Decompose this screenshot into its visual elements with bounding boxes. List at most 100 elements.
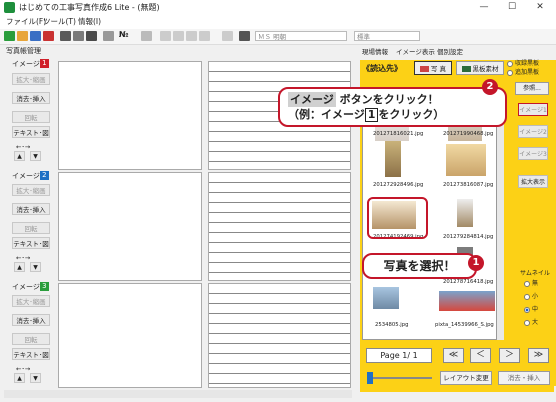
nav-last-icon[interactable] xyxy=(199,31,210,41)
selected-photo-highlight xyxy=(367,197,428,239)
move-up-button-2[interactable]: ▲ xyxy=(14,262,25,272)
radio-include-blackboard[interactable]: 収録黒板 xyxy=(507,60,539,68)
text-figure-button-3[interactable]: テキスト･図 xyxy=(12,348,50,360)
thumb-size-medium[interactable]: 中 xyxy=(524,306,538,314)
move-down-button-1[interactable]: ▼ xyxy=(30,151,41,161)
arrows-label-3: ←･→ xyxy=(16,365,31,373)
delete-insert-button-1[interactable]: 消去･挿入 xyxy=(12,92,50,104)
callout-text: （例：イメージ xyxy=(288,108,365,121)
enlarge-button-1[interactable]: 拡大･縮画 xyxy=(12,73,50,85)
image-1-label: イメージ 1 xyxy=(12,59,54,69)
text-figure-button-1[interactable]: テキスト･図 xyxy=(12,126,50,138)
tab-image-view[interactable]: イメージ表示 xyxy=(396,46,435,56)
horizontal-scrollbar[interactable] xyxy=(4,390,352,398)
text-lines-2[interactable] xyxy=(208,172,351,281)
rotate-button-2[interactable]: 回転 xyxy=(12,222,50,234)
tab-site-info[interactable]: 現場情報 xyxy=(362,46,388,56)
move-down-button-2[interactable]: ▼ xyxy=(30,262,41,272)
arrows-label-2: ←･→ xyxy=(16,254,31,262)
minimize-button[interactable]: — xyxy=(470,0,498,15)
enlarge-view-button[interactable]: 拡大表示 xyxy=(518,175,548,188)
number-icon[interactable]: № xyxy=(119,30,129,39)
photo-icon xyxy=(419,66,429,72)
pdf-icon[interactable] xyxy=(43,31,54,41)
image-1-button[interactable]: イメージ1 xyxy=(518,103,548,116)
image-num-badge: 1 xyxy=(39,59,49,68)
image-slot-1[interactable] xyxy=(58,61,202,170)
maximize-button[interactable]: ☐ xyxy=(498,0,526,15)
last-page-button[interactable]: ≫ xyxy=(528,348,549,363)
thumbnail-image[interactable] xyxy=(457,199,473,227)
image-label-text: イメージ xyxy=(12,172,40,180)
close-button[interactable]: ✕ xyxy=(526,0,554,15)
toolbar: № ＭＳ 明朝 標準 xyxy=(0,29,556,45)
zoom-slider-handle[interactable] xyxy=(367,372,373,384)
align-icon[interactable] xyxy=(141,31,152,41)
blackboard-source-button[interactable]: 黒板素材 xyxy=(456,61,504,75)
image-slot-3[interactable] xyxy=(58,283,202,388)
swap-icon[interactable] xyxy=(222,31,233,41)
callout-select-photo: 写真を選択！ xyxy=(362,253,477,279)
font-style-select[interactable]: 標準 xyxy=(354,31,420,41)
menu-file[interactable]: ファイル(F) xyxy=(6,16,46,28)
tag-icon[interactable] xyxy=(103,31,114,41)
image-slot-2[interactable] xyxy=(58,172,202,281)
thumbnail-image[interactable] xyxy=(439,291,495,311)
move-down-button-3[interactable]: ▼ xyxy=(30,373,41,383)
photo-source-button[interactable]: 写 真 xyxy=(414,61,452,75)
callout-key: イメージ xyxy=(288,92,336,107)
radio-add-blackboard[interactable]: 追加黒板 xyxy=(507,69,539,77)
file-name: 201279284814.jpg xyxy=(443,234,494,240)
callout-text: をクリック） xyxy=(378,108,445,121)
image-label-text: イメージ xyxy=(12,283,40,291)
callout-click-image-button: イメージ ボタンをクリック！ （例：イメージ 1 をクリック） xyxy=(278,87,507,127)
browse-button[interactable]: 参照... xyxy=(515,82,549,95)
menu-info[interactable]: 情報(I) xyxy=(78,16,101,28)
nav-next-icon[interactable] xyxy=(186,31,197,41)
nav-first-icon[interactable] xyxy=(160,31,171,41)
read-source-label: 《読込先》 xyxy=(362,64,402,73)
print-icon[interactable] xyxy=(73,31,84,41)
image-2-button[interactable]: イメージ2 xyxy=(518,125,548,138)
move-up-button-1[interactable]: ▲ xyxy=(14,151,25,161)
width-icon[interactable] xyxy=(239,31,250,41)
image-3-button[interactable]: イメージ3 xyxy=(518,147,548,160)
radio-label: 中 xyxy=(532,306,539,313)
enlarge-button-2[interactable]: 拡大･縮画 xyxy=(12,184,50,196)
new-icon[interactable] xyxy=(4,31,15,41)
thumbnail-image[interactable] xyxy=(385,141,401,177)
next-page-button[interactable]: ＞ xyxy=(499,348,520,363)
rotate-button-3[interactable]: 回転 xyxy=(12,333,50,345)
delete-insert-button[interactable]: 消去・挿入 xyxy=(498,371,550,385)
menu-tools[interactable]: ツール(T) xyxy=(43,16,76,28)
zoom-slider-track[interactable] xyxy=(372,377,432,379)
delete-insert-button-3[interactable]: 消去･挿入 xyxy=(12,314,50,326)
app-window: はじめての工事写真作成6 Lite - (無題) — ☐ ✕ ファイル(F) ツ… xyxy=(0,0,556,402)
font-name-select[interactable]: ＭＳ 明朝 xyxy=(255,31,347,41)
enlarge-button-3[interactable]: 拡大･縮画 xyxy=(12,295,50,307)
thumb-size-none[interactable]: 無 xyxy=(524,280,538,288)
rotate-button-1[interactable]: 回転 xyxy=(12,111,50,123)
thumb-size-large[interactable]: 大 xyxy=(524,319,538,327)
open-icon[interactable] xyxy=(17,31,28,41)
thumbnail-scrollbar[interactable] xyxy=(497,108,504,340)
thumbnail-image[interactable] xyxy=(373,287,399,309)
delete-insert-button-2[interactable]: 消去･挿入 xyxy=(12,203,50,215)
callout-text: ボタンをクリック！ xyxy=(335,93,439,106)
text-lines-3[interactable] xyxy=(208,283,351,388)
radio-label: 追加黒板 xyxy=(515,69,540,76)
move-up-button-3[interactable]: ▲ xyxy=(14,373,25,383)
photo-source-label: 写 真 xyxy=(430,65,447,73)
thumb-size-small[interactable]: 小 xyxy=(524,293,538,301)
thumbnail-image[interactable] xyxy=(446,144,486,176)
first-page-button[interactable]: ≪ xyxy=(443,348,464,363)
layout-change-button[interactable]: レイアウト変更 xyxy=(440,371,492,385)
save-icon[interactable] xyxy=(30,31,41,41)
tab-individual-settings[interactable]: 個別設定 xyxy=(437,46,463,56)
printer-icon[interactable] xyxy=(86,31,97,41)
print-preview-icon[interactable] xyxy=(60,31,71,41)
prev-page-button[interactable]: ＜ xyxy=(470,348,491,363)
text-figure-button-2[interactable]: テキスト･図 xyxy=(12,237,50,249)
nav-prev-icon[interactable] xyxy=(173,31,184,41)
blackboard-icon xyxy=(461,66,471,72)
